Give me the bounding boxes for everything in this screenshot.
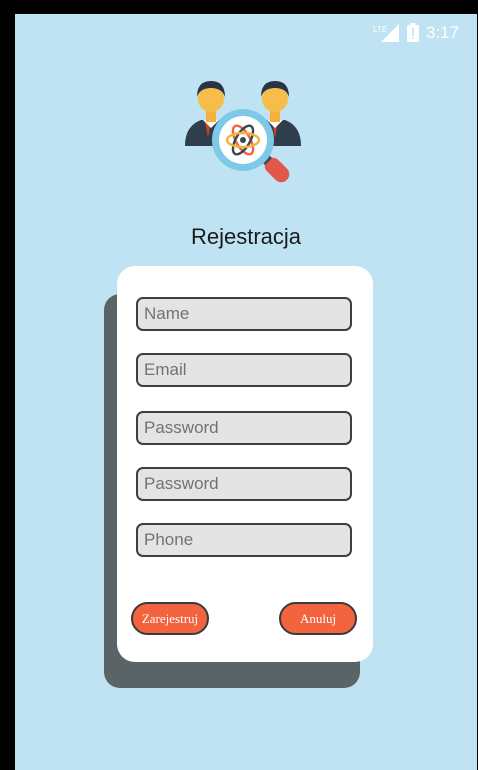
password-field[interactable] bbox=[136, 411, 352, 445]
device-frame: LTE 3:17 Rejestracja Name Email Phone Za… bbox=[0, 0, 478, 770]
phone-field[interactable] bbox=[136, 523, 352, 557]
team-search-logo-icon bbox=[185, 81, 301, 183]
registration-form: Zarejestruj Anuluj bbox=[117, 266, 373, 662]
battery-icon bbox=[407, 23, 419, 42]
name-field[interactable] bbox=[136, 297, 352, 331]
register-button[interactable]: Zarejestruj bbox=[131, 602, 209, 635]
status-time: 3:17 bbox=[426, 23, 460, 42]
page-title: Rejestracja bbox=[190, 224, 302, 249]
status-bar: LTE 3:17 bbox=[15, 14, 477, 50]
signal-icon: LTE bbox=[373, 24, 399, 42]
network-type-label: LTE bbox=[373, 25, 387, 34]
app-screen: LTE 3:17 Rejestracja Name Email Phone Za… bbox=[15, 14, 477, 770]
confirm-password-field[interactable] bbox=[136, 467, 352, 501]
email-field[interactable] bbox=[136, 353, 352, 387]
cancel-button[interactable]: Anuluj bbox=[279, 602, 357, 635]
